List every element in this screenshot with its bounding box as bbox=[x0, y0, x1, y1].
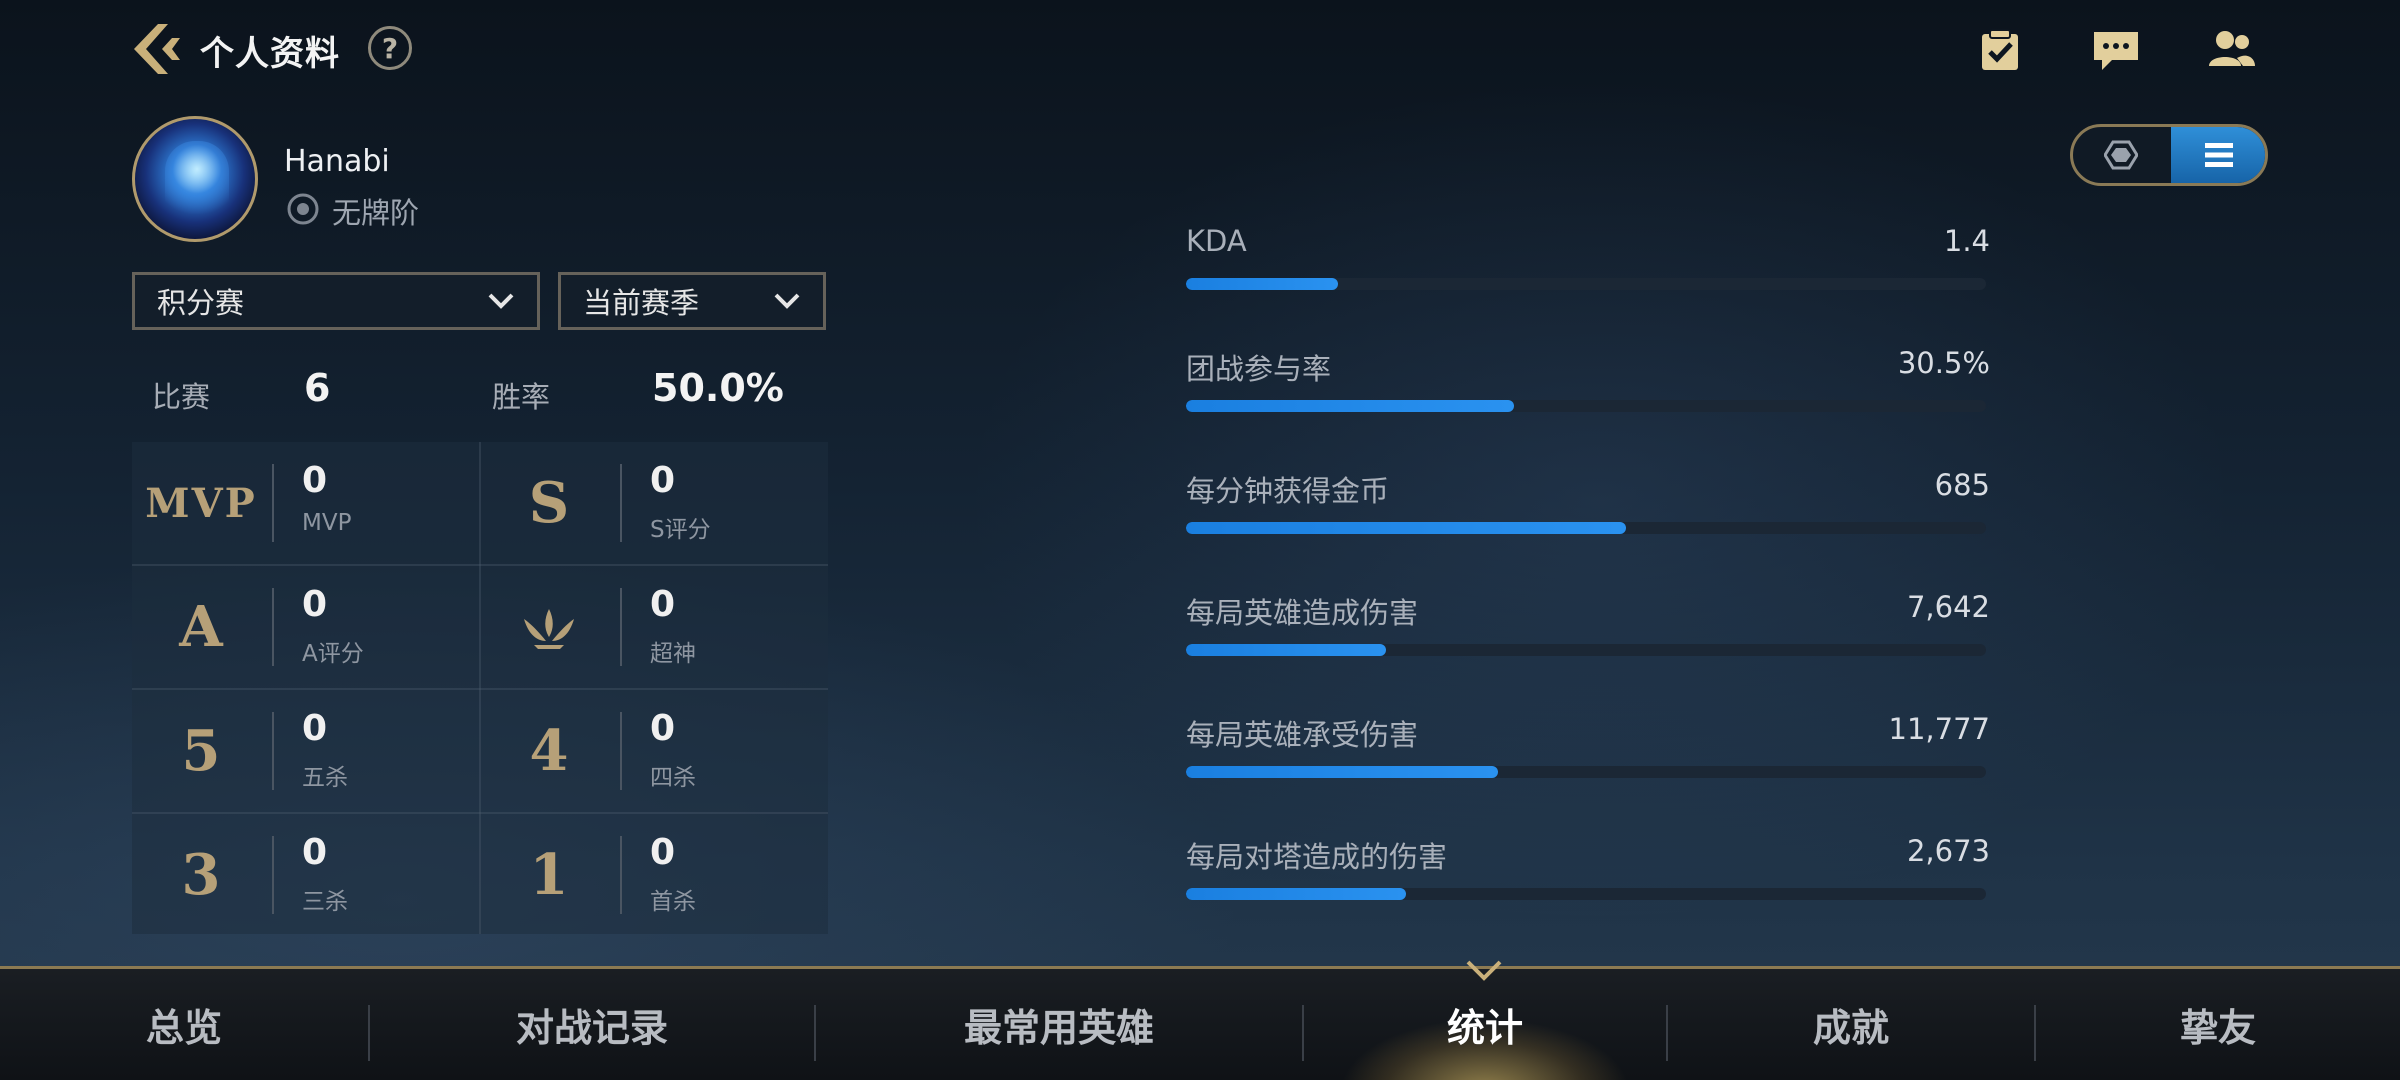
metric-bar-track bbox=[1186, 522, 1986, 534]
five-emblem: 5 bbox=[181, 718, 221, 784]
metric-bar-fill bbox=[1186, 644, 1386, 656]
metric-bar-fill bbox=[1186, 888, 1406, 900]
metric-bar-fill bbox=[1186, 278, 1338, 290]
metric-kda: KDA 1.4 bbox=[1186, 224, 1990, 304]
stat-penta-kill: 5 0 五杀 bbox=[132, 690, 478, 812]
rank-icon bbox=[286, 192, 320, 226]
metric-name: 每局英雄承受伤害 bbox=[1186, 718, 1419, 752]
metric-bar-track bbox=[1186, 644, 1986, 656]
list-view-option[interactable] bbox=[2171, 127, 2265, 183]
metric-name: KDA bbox=[1186, 224, 1247, 258]
checklist-icon[interactable] bbox=[1974, 24, 2026, 76]
help-button[interactable]: ? bbox=[368, 26, 412, 70]
back-button[interactable] bbox=[128, 20, 184, 78]
stat-label: 超神 bbox=[650, 641, 696, 667]
metric-value: 685 bbox=[1934, 468, 1990, 502]
metric-bar-fill bbox=[1186, 522, 1626, 534]
matches-value: 6 bbox=[304, 366, 331, 410]
username: Hanabi bbox=[284, 144, 390, 179]
hexagon-icon bbox=[2104, 140, 2138, 170]
stat-label: 三杀 bbox=[302, 889, 348, 915]
matches-label: 比赛 bbox=[152, 380, 211, 414]
metric-value: 7,642 bbox=[1906, 590, 1990, 624]
stat-label: S评分 bbox=[650, 517, 711, 543]
stat-first-blood: 1 0 首杀 bbox=[480, 814, 826, 936]
stat-value: 0 bbox=[302, 708, 328, 749]
stat-label: A评分 bbox=[302, 641, 364, 667]
stat-value: 0 bbox=[302, 584, 328, 625]
stat-label: 四杀 bbox=[650, 765, 696, 791]
mvp-emblem: MVP bbox=[145, 479, 257, 527]
season-dropdown-label: 当前赛季 bbox=[583, 286, 700, 320]
metric-name: 每局对塔造成的伤害 bbox=[1186, 840, 1448, 874]
back-arrow-icon bbox=[134, 24, 180, 74]
bottom-nav: 总览 对战记录 最常用英雄 统计 成就 挚友 bbox=[0, 966, 2400, 1080]
stat-legendary: 0 超神 bbox=[480, 566, 826, 688]
stat-label: 五杀 bbox=[302, 765, 348, 791]
a-emblem: A bbox=[179, 594, 223, 660]
metric-hero-damage-dealt: 每局英雄造成伤害 7,642 bbox=[1186, 590, 1990, 670]
metric-value: 11,777 bbox=[1888, 712, 1990, 746]
avatar[interactable] bbox=[132, 116, 258, 242]
stats-grid: MVP 0 MVP S 0 S评分 A 0 A评分 0 超神 5 0 五杀 4 … bbox=[132, 442, 828, 934]
nav-tab-best-friends[interactable]: 挚友 bbox=[2036, 969, 2400, 1080]
one-emblem: 1 bbox=[529, 842, 569, 908]
nav-tab-statistics[interactable]: 统计 bbox=[1304, 969, 1666, 1080]
legendary-icon bbox=[480, 566, 618, 688]
metric-bar-fill bbox=[1186, 400, 1514, 412]
season-dropdown[interactable]: 当前赛季 bbox=[558, 272, 826, 330]
metric-name: 每局英雄造成伤害 bbox=[1186, 596, 1419, 630]
chevron-down-icon bbox=[774, 293, 800, 309]
chat-icon[interactable] bbox=[2090, 24, 2142, 76]
stat-value: 0 bbox=[302, 832, 328, 873]
metric-bar-track bbox=[1186, 766, 1986, 778]
stat-label: 首杀 bbox=[650, 889, 696, 915]
stat-value: 0 bbox=[302, 460, 328, 501]
nav-tab-top-heroes[interactable]: 最常用英雄 bbox=[816, 969, 1302, 1080]
three-emblem: 3 bbox=[181, 842, 221, 908]
hexagon-view-option[interactable] bbox=[2073, 127, 2169, 183]
stat-value: 0 bbox=[650, 832, 676, 873]
metric-bar-track bbox=[1186, 888, 1986, 900]
list-icon bbox=[2205, 143, 2233, 167]
chevron-down-icon bbox=[488, 293, 514, 309]
s-emblem: S bbox=[528, 470, 570, 536]
metric-value: 2,673 bbox=[1906, 834, 1990, 868]
metric-bar-track bbox=[1186, 400, 1986, 412]
active-tab-caret-icon bbox=[1466, 960, 1502, 982]
stat-a-rating: A 0 A评分 bbox=[132, 566, 478, 688]
metric-bar-track bbox=[1186, 278, 1986, 290]
stat-s-rating: S 0 S评分 bbox=[480, 442, 826, 564]
rank-label: 无牌阶 bbox=[332, 196, 420, 230]
nav-tab-match-history[interactable]: 对战记录 bbox=[370, 969, 814, 1080]
mode-dropdown[interactable]: 积分赛 bbox=[132, 272, 540, 330]
winrate-label: 胜率 bbox=[492, 380, 551, 414]
metric-value: 30.5% bbox=[1897, 346, 1990, 380]
stat-quadra-kill: 4 0 四杀 bbox=[480, 690, 826, 812]
metric-gold-per-minute: 每分钟获得金币 685 bbox=[1186, 468, 1990, 548]
friends-icon[interactable] bbox=[2206, 24, 2258, 76]
mode-dropdown-label: 积分赛 bbox=[157, 286, 245, 320]
nav-tab-achievements[interactable]: 成就 bbox=[1668, 969, 2034, 1080]
metric-tower-damage: 每局对塔造成的伤害 2,673 bbox=[1186, 834, 1990, 914]
metric-hero-damage-taken: 每局英雄承受伤害 11,777 bbox=[1186, 712, 1990, 792]
stat-triple-kill: 3 0 三杀 bbox=[132, 814, 478, 936]
metric-value: 1.4 bbox=[1943, 224, 1990, 258]
metric-teamfight-participation: 团战参与率 30.5% bbox=[1186, 346, 1990, 426]
winrate-value: 50.0% bbox=[652, 366, 784, 410]
stat-value: 0 bbox=[650, 708, 676, 749]
nav-tab-overview[interactable]: 总览 bbox=[0, 969, 368, 1080]
page-title: 个人资料 bbox=[200, 34, 340, 74]
stat-value: 0 bbox=[650, 460, 676, 501]
view-toggle[interactable] bbox=[2070, 124, 2268, 186]
stat-label: MVP bbox=[302, 510, 352, 536]
four-emblem: 4 bbox=[529, 718, 569, 784]
metric-name: 团战参与率 bbox=[1186, 352, 1332, 386]
stat-mvp: MVP 0 MVP bbox=[132, 442, 478, 564]
metric-name: 每分钟获得金币 bbox=[1186, 474, 1390, 508]
stat-value: 0 bbox=[650, 584, 676, 625]
metric-bar-fill bbox=[1186, 766, 1498, 778]
